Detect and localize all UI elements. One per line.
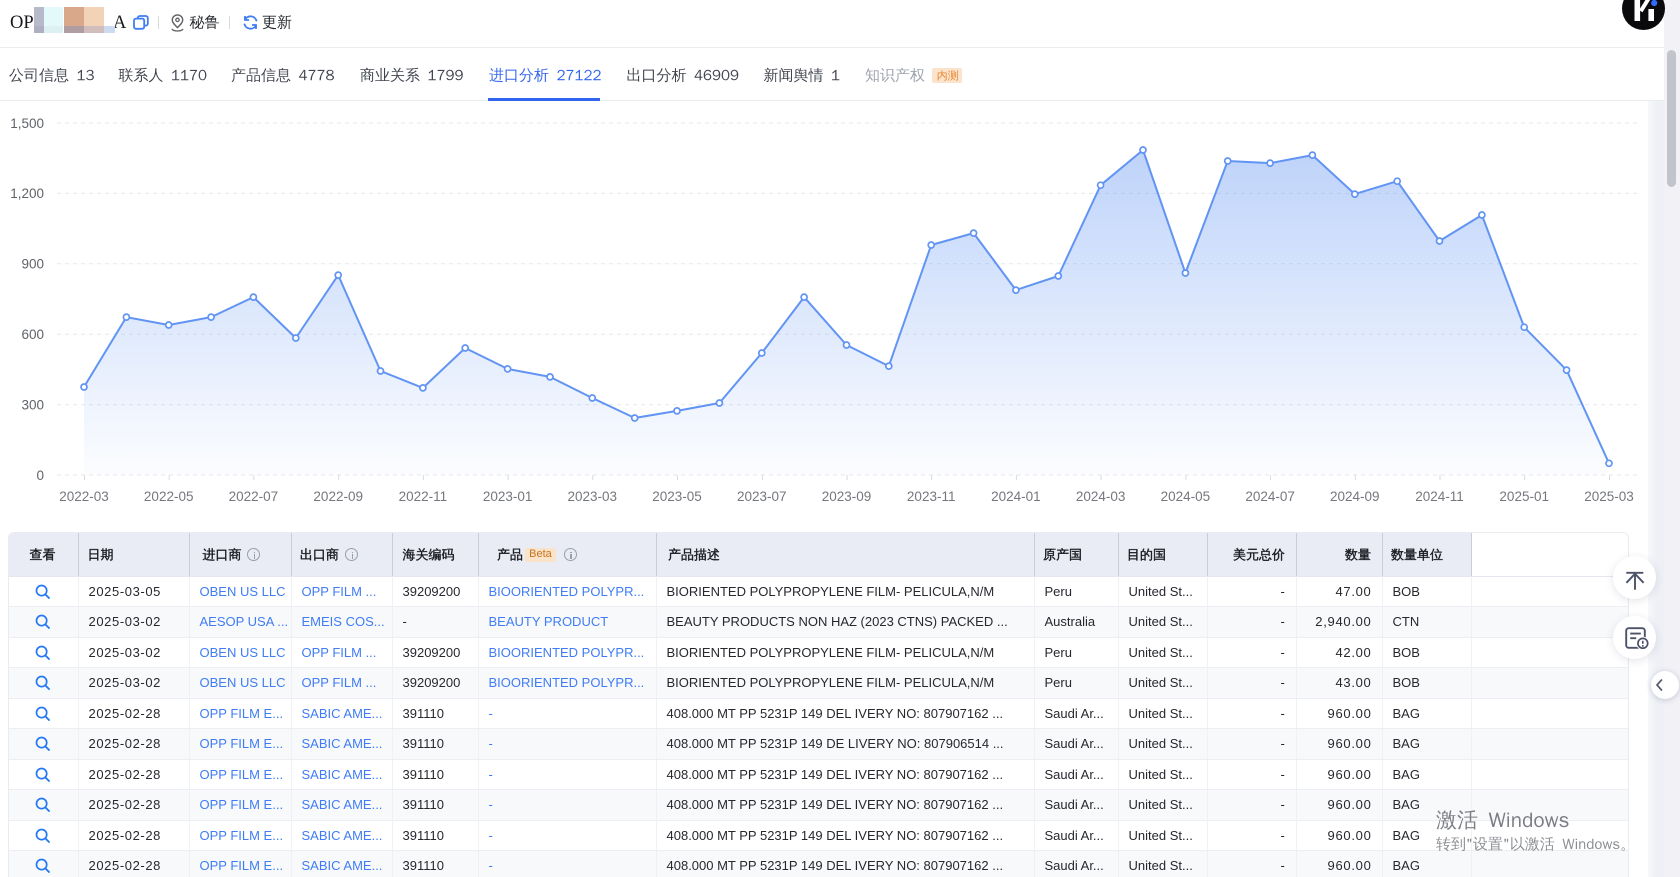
svg-text:2024-11: 2024-11: [1415, 489, 1464, 504]
svg-text:1,500: 1,500: [10, 116, 44, 131]
svg-text:2023-01: 2023-01: [483, 489, 533, 504]
svg-text:2024-07: 2024-07: [1245, 489, 1295, 504]
svg-text:2024-09: 2024-09: [1330, 489, 1380, 504]
svg-text:600: 600: [21, 327, 44, 342]
svg-text:300: 300: [21, 397, 44, 412]
svg-text:2024-03: 2024-03: [1076, 489, 1126, 504]
svg-text:900: 900: [21, 257, 44, 272]
svg-text:2022-07: 2022-07: [229, 489, 279, 504]
svg-text:2023-05: 2023-05: [652, 489, 702, 504]
svg-text:2023-03: 2023-03: [568, 489, 618, 504]
svg-text:2025-03: 2025-03: [1584, 489, 1634, 504]
svg-text:2023-07: 2023-07: [737, 489, 787, 504]
svg-text:2025-01: 2025-01: [1499, 489, 1549, 504]
svg-text:2022-05: 2022-05: [144, 489, 194, 504]
svg-text:2022-11: 2022-11: [399, 489, 448, 504]
svg-text:2024-01: 2024-01: [991, 489, 1041, 504]
svg-text:2024-05: 2024-05: [1161, 489, 1211, 504]
svg-text:2022-03: 2022-03: [59, 489, 109, 504]
svg-text:2023-09: 2023-09: [822, 489, 872, 504]
svg-text:1,200: 1,200: [10, 186, 44, 201]
svg-text:0: 0: [36, 468, 44, 483]
svg-text:2023-11: 2023-11: [907, 489, 956, 504]
svg-text:2022-09: 2022-09: [313, 489, 363, 504]
